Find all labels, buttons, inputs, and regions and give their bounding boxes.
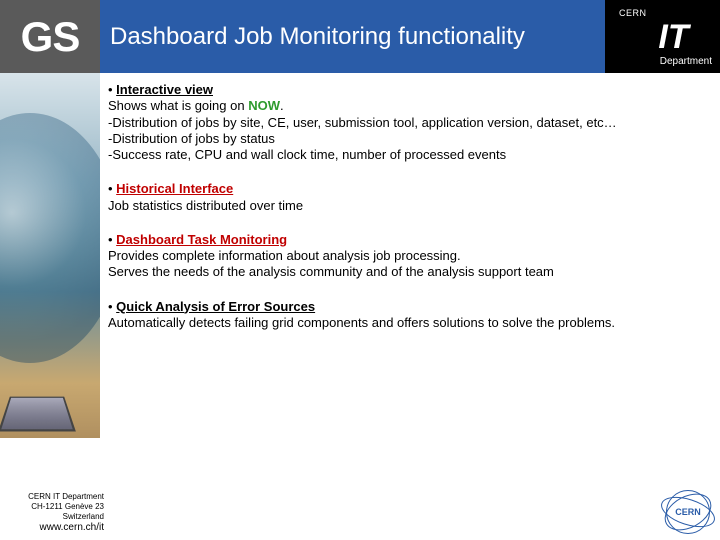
- logo-unit: IT: [658, 18, 688, 57]
- logo-dept: Department: [660, 56, 712, 67]
- decorative-earth-image: [0, 73, 100, 438]
- section-head: Historical Interface: [116, 181, 233, 196]
- body-line: Job statistics distributed over time: [108, 198, 708, 214]
- body-line: Automatically detects failing grid compo…: [108, 315, 708, 331]
- gs-logo-block: GS: [0, 0, 100, 73]
- body-line: -Success rate, CPU and wall clock time, …: [108, 147, 708, 163]
- section-task-monitoring: • Dashboard Task Monitoring Provides com…: [108, 232, 708, 281]
- footer-address: CERN IT Department CH-1211 Genève 23 Swi…: [4, 492, 104, 535]
- body-line: -Distribution of jobs by status: [108, 131, 708, 147]
- bullet-line: • Historical Interface: [108, 181, 708, 197]
- content-area: • Interactive view Shows what is going o…: [108, 82, 708, 530]
- body-line: Provides complete information about anal…: [108, 248, 708, 264]
- footer-line: CERN IT Department: [4, 492, 104, 502]
- title-bar: Dashboard Job Monitoring functionality C…: [100, 0, 720, 73]
- section-interactive-view: • Interactive view Shows what is going o…: [108, 82, 708, 163]
- section-historical: • Historical Interface Job statistics di…: [108, 181, 708, 214]
- bullet-line: • Quick Analysis of Error Sources: [108, 299, 708, 315]
- section-error-sources: • Quick Analysis of Error Sources Automa…: [108, 299, 708, 332]
- section-head: Quick Analysis of Error Sources: [116, 299, 315, 314]
- body-line: Serves the needs of the analysis communi…: [108, 264, 708, 280]
- bullet-line: • Dashboard Task Monitoring: [108, 232, 708, 248]
- slide-title: Dashboard Job Monitoring functionality: [110, 23, 605, 51]
- cern-it-logo: CERN IT Department: [605, 0, 720, 73]
- footer-line: CH-1211 Genève 23: [4, 502, 104, 512]
- section-head: Dashboard Task Monitoring: [116, 232, 287, 247]
- logo-org: CERN: [619, 8, 647, 18]
- gs-logo-text: GS: [21, 13, 80, 61]
- left-sidebar: GS: [0, 0, 100, 540]
- footer-line: Switzerland: [4, 512, 104, 522]
- body-line: Shows what is going on NOW.: [108, 98, 708, 114]
- footer-site: www.cern.ch/it: [4, 522, 104, 535]
- now-highlight: NOW: [248, 98, 280, 113]
- body-line: -Distribution of jobs by site, CE, user,…: [108, 115, 708, 131]
- cern-logo-icon: CERN: [666, 490, 710, 534]
- section-head: Interactive view: [116, 82, 213, 97]
- bullet-line: • Interactive view: [108, 82, 708, 98]
